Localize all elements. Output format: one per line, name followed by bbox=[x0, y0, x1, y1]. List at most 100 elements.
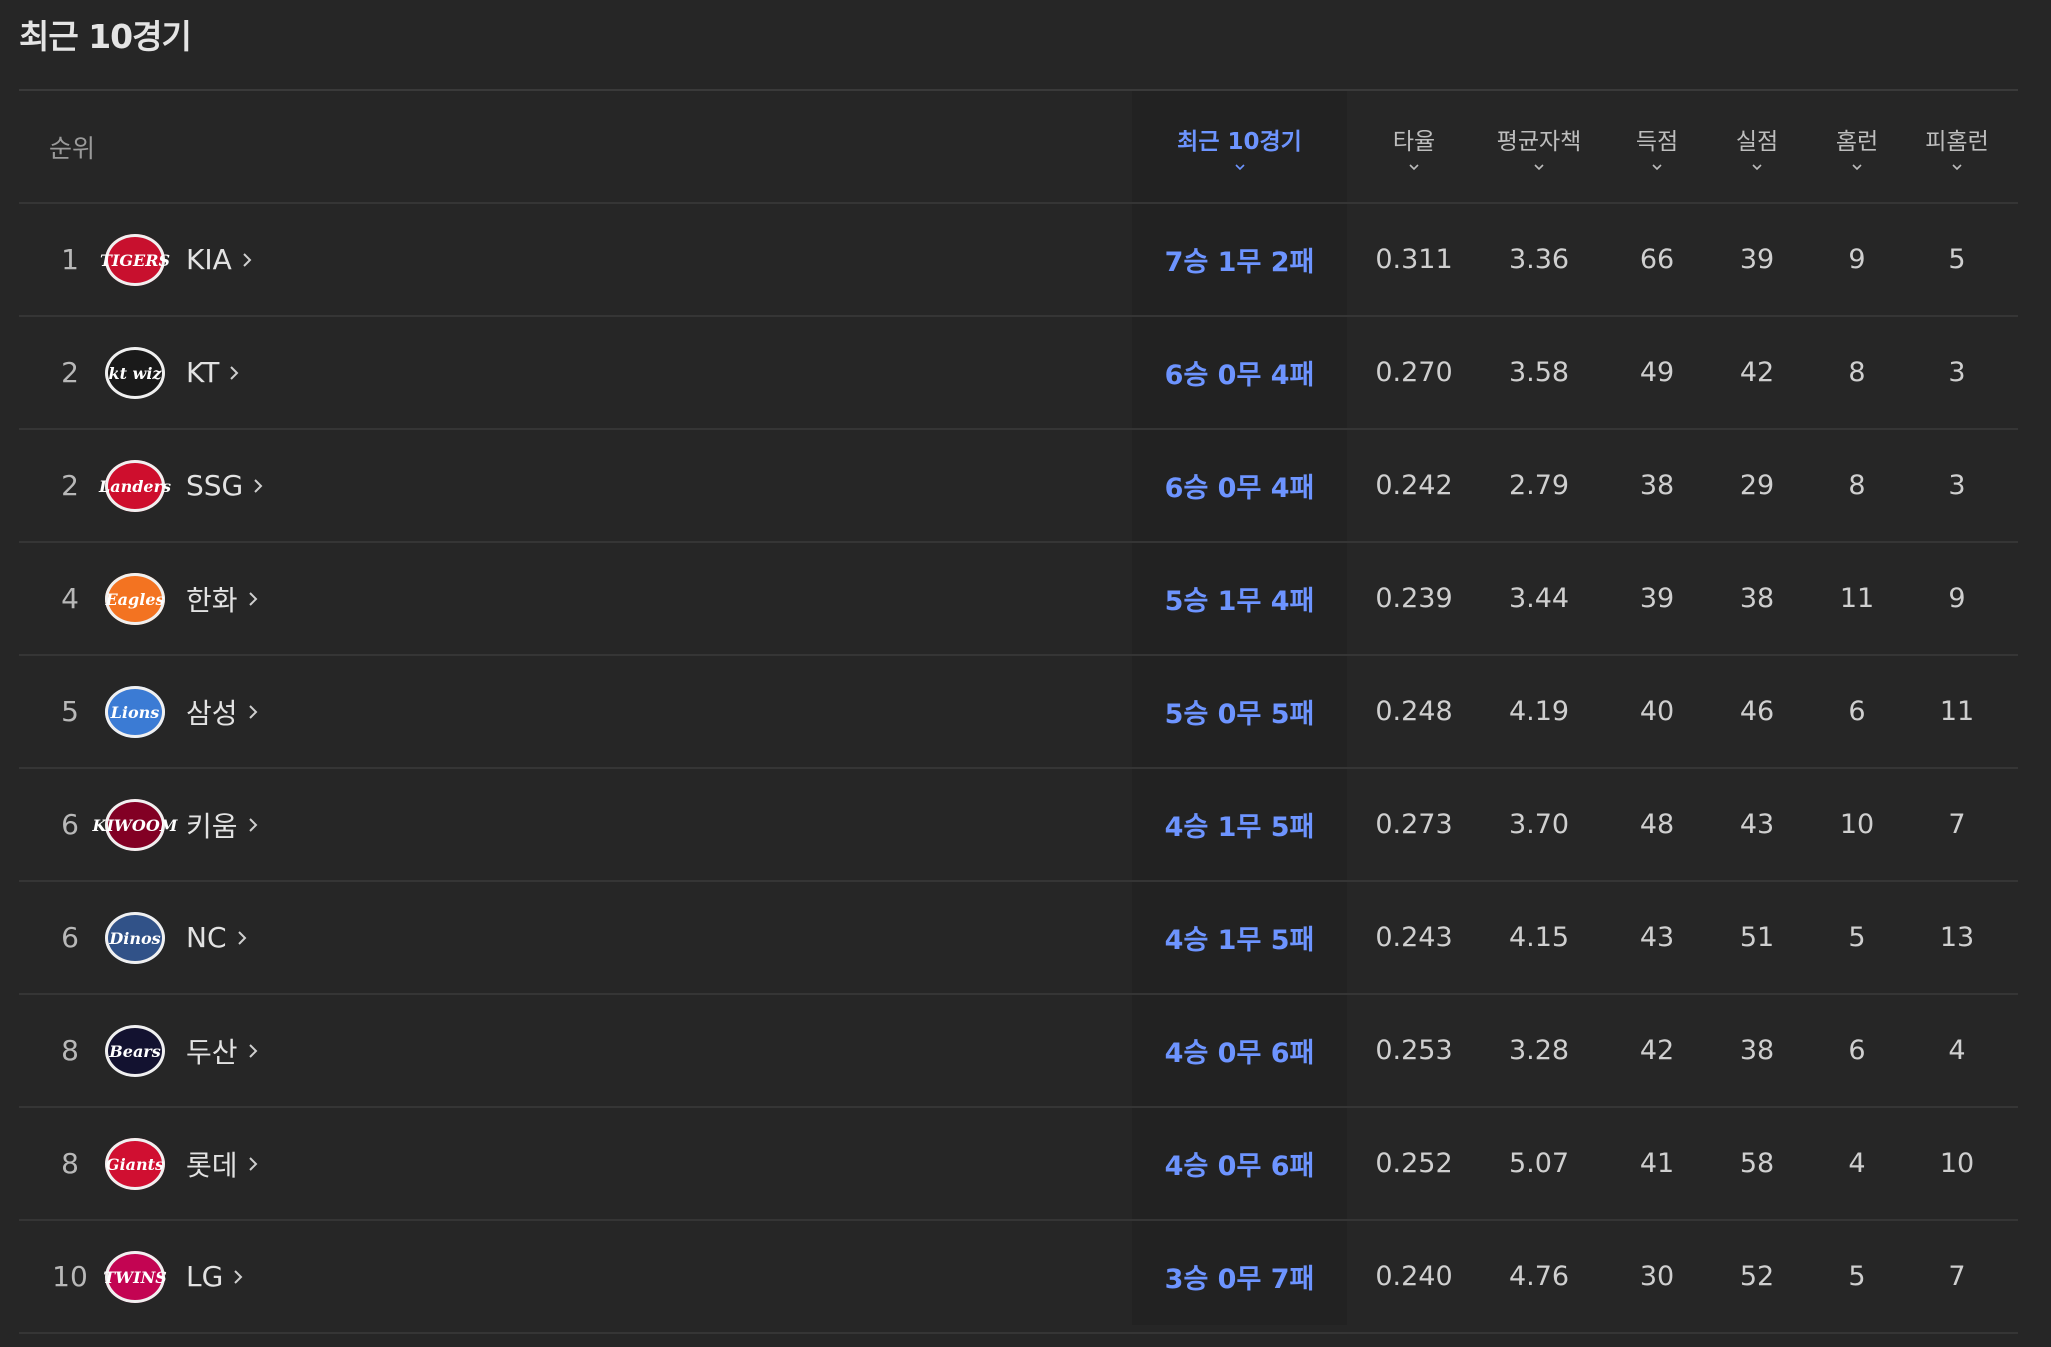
era-value: 3.28 bbox=[1508, 1035, 1570, 1066]
table-row: 6 KIWOOM 키움 4승 1무 5패 0.273 3.70 48 43 10… bbox=[19, 769, 2018, 882]
team-logo: Dinos bbox=[101, 909, 169, 967]
rank-value: 4 bbox=[61, 582, 79, 615]
team-name: 키움 bbox=[186, 809, 238, 843]
header-avg-label: 타율 bbox=[1392, 128, 1436, 155]
chevron-right-icon bbox=[254, 478, 263, 493]
sort-runs-allowed-button[interactable]: 실점 bbox=[1702, 91, 1812, 202]
recent-record: 5승 1무 4패 bbox=[1164, 586, 1315, 617]
table-row: 8 Bears 두산 4승 0무 6패 0.253 3.28 42 38 6 4 bbox=[19, 995, 2018, 1108]
runs-allowed: 52 bbox=[1739, 1261, 1775, 1292]
sort-era-button[interactable]: 평균자책 bbox=[1474, 91, 1604, 202]
home-runs-allowed: 7 bbox=[1948, 809, 1966, 840]
chevron-right-icon bbox=[237, 930, 246, 945]
table-row: 2 kt wiz KT 6승 0무 4패 0.270 3.58 49 42 8 … bbox=[19, 317, 2018, 430]
rank-value: 5 bbox=[61, 695, 79, 728]
rank-value: 2 bbox=[61, 356, 79, 389]
chevron-right-icon bbox=[248, 1043, 257, 1058]
team-logo-badge: Bears bbox=[105, 1025, 165, 1077]
runs-allowed: 29 bbox=[1739, 470, 1775, 501]
home-runs-allowed: 4 bbox=[1948, 1035, 1966, 1066]
runs-allowed: 42 bbox=[1739, 357, 1775, 388]
chevron-right-icon bbox=[243, 252, 252, 267]
team-name: LG bbox=[186, 1260, 224, 1293]
team-link[interactable]: SSG bbox=[186, 430, 263, 541]
team-logo: Eagles bbox=[101, 570, 169, 628]
team-link[interactable]: NC bbox=[186, 882, 247, 993]
sort-runs-button[interactable]: 득점 bbox=[1602, 91, 1712, 202]
standings-table: 순위 최근 10경기 타율 평균자책 득점 실점 홈런 피홈런 1 TIGERS… bbox=[19, 89, 2018, 1334]
team-logo-badge: TWINS bbox=[103, 1251, 167, 1303]
home-runs-allowed: 9 bbox=[1948, 583, 1966, 614]
runs-allowed: 39 bbox=[1739, 244, 1775, 275]
recent-record: 4승 1무 5패 bbox=[1164, 925, 1315, 956]
chevron-down-icon bbox=[1752, 163, 1762, 170]
batting-average: 0.270 bbox=[1375, 357, 1453, 388]
page-title: 최근 10경기 bbox=[19, 17, 192, 56]
team-link[interactable]: 롯데 bbox=[186, 1108, 258, 1219]
header-runs-allowed-label: 실점 bbox=[1735, 128, 1779, 155]
team-logo-badge: TIGERS bbox=[100, 234, 170, 286]
chevron-down-icon bbox=[1652, 163, 1662, 170]
chevron-down-icon bbox=[1852, 163, 1862, 170]
team-link[interactable]: KIA bbox=[186, 204, 252, 315]
team-logo: Landers bbox=[99, 457, 171, 515]
runs-allowed: 51 bbox=[1739, 922, 1775, 953]
team-link[interactable]: KT bbox=[186, 317, 239, 428]
recent-record: 4승 0무 6패 bbox=[1164, 1038, 1315, 1069]
team-logo-badge: Eagles bbox=[105, 573, 165, 625]
recent-record: 5승 0무 5패 bbox=[1164, 699, 1315, 730]
batting-average: 0.242 bbox=[1375, 470, 1453, 501]
home-runs: 5 bbox=[1848, 1261, 1866, 1292]
runs-scored: 41 bbox=[1639, 1148, 1675, 1179]
team-logo: Giants bbox=[101, 1135, 169, 1193]
team-link[interactable]: 두산 bbox=[186, 995, 258, 1106]
era-value: 4.19 bbox=[1508, 696, 1570, 727]
rank-value: 2 bbox=[61, 469, 79, 502]
recent-record: 4승 0무 6패 bbox=[1164, 1151, 1315, 1182]
batting-average: 0.243 bbox=[1375, 922, 1453, 953]
batting-average: 0.273 bbox=[1375, 809, 1453, 840]
batting-average: 0.253 bbox=[1375, 1035, 1453, 1066]
runs-scored: 42 bbox=[1639, 1035, 1675, 1066]
team-logo-badge: KIWOOM bbox=[93, 799, 177, 851]
runs-allowed: 38 bbox=[1739, 1035, 1775, 1066]
chevron-right-icon bbox=[248, 817, 257, 832]
header-hr-allowed-label: 피홈런 bbox=[1925, 128, 1989, 155]
team-link[interactable]: 한화 bbox=[186, 543, 258, 654]
team-name: SSG bbox=[186, 469, 244, 502]
runs-scored: 49 bbox=[1639, 357, 1675, 388]
runs-scored: 30 bbox=[1639, 1261, 1675, 1292]
runs-scored: 39 bbox=[1639, 583, 1675, 614]
recent-record: 6승 0무 4패 bbox=[1164, 360, 1315, 391]
team-link[interactable]: LG bbox=[186, 1221, 243, 1332]
era-value: 3.70 bbox=[1508, 809, 1570, 840]
table-row: 4 Eagles 한화 5승 1무 4패 0.239 3.44 39 38 11… bbox=[19, 543, 2018, 656]
sort-hr-allowed-button[interactable]: 피홈런 bbox=[1902, 91, 2012, 202]
table-row: 8 Giants 롯데 4승 0무 6패 0.252 5.07 41 58 4 … bbox=[19, 1108, 2018, 1221]
home-runs: 6 bbox=[1848, 696, 1866, 727]
team-logo: TIGERS bbox=[100, 231, 170, 289]
batting-average: 0.252 bbox=[1375, 1148, 1453, 1179]
team-logo: TWINS bbox=[101, 1248, 169, 1306]
team-link[interactable]: 키움 bbox=[186, 769, 258, 880]
table-row: 6 Dinos NC 4승 1무 5패 0.243 4.15 43 51 5 1… bbox=[19, 882, 2018, 995]
era-value: 3.58 bbox=[1508, 357, 1570, 388]
table-row: 2 Landers SSG 6승 0무 4패 0.242 2.79 38 29 … bbox=[19, 430, 2018, 543]
team-link[interactable]: 삼성 bbox=[186, 656, 258, 767]
chevron-right-icon bbox=[248, 1156, 257, 1171]
sort-hr-button[interactable]: 홈런 bbox=[1802, 91, 1912, 202]
rank-value: 8 bbox=[61, 1034, 79, 1067]
team-logo: Lions bbox=[101, 683, 169, 741]
table-row: 1 TIGERS KIA 7승 1무 2패 0.311 3.36 66 39 9… bbox=[19, 204, 2018, 317]
runs-scored: 40 bbox=[1639, 696, 1675, 727]
home-runs: 9 bbox=[1848, 244, 1866, 275]
team-logo: KIWOOM bbox=[93, 796, 177, 854]
sort-recent-button[interactable]: 최근 10경기 bbox=[1132, 91, 1347, 202]
runs-scored: 48 bbox=[1639, 809, 1675, 840]
rank-value: 6 bbox=[61, 921, 79, 954]
rank-value: 10 bbox=[52, 1260, 88, 1293]
home-runs: 6 bbox=[1848, 1035, 1866, 1066]
team-logo-badge: Giants bbox=[105, 1138, 165, 1190]
home-runs-allowed: 13 bbox=[1939, 922, 1975, 953]
sort-avg-button[interactable]: 타율 bbox=[1354, 91, 1474, 202]
